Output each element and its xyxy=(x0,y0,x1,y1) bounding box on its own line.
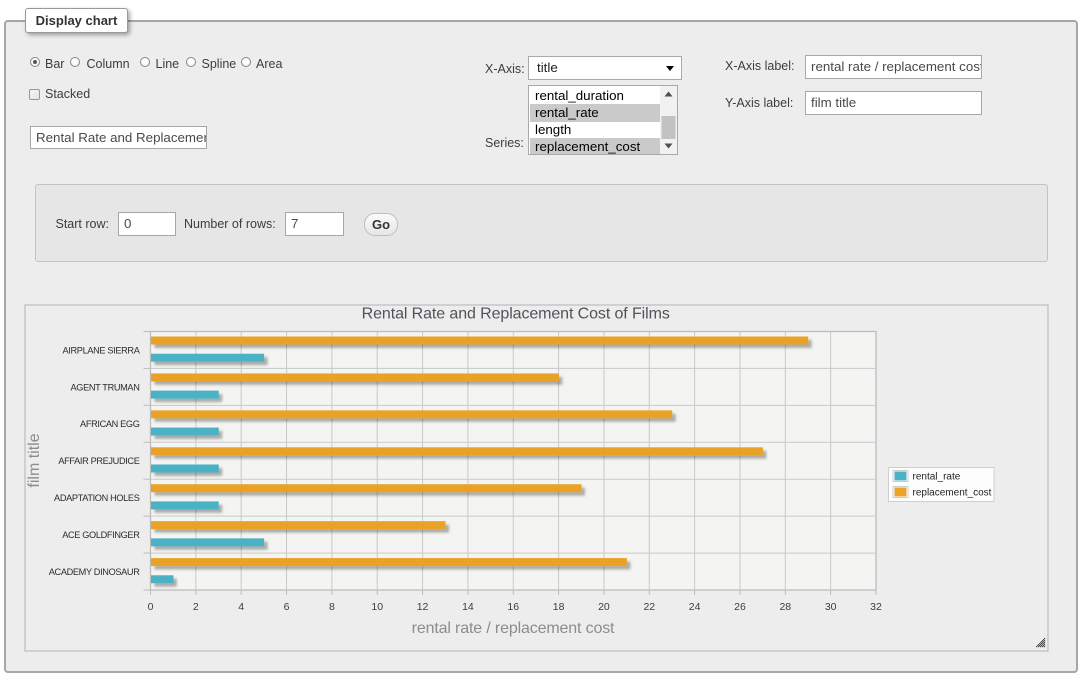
svg-text:32: 32 xyxy=(870,601,882,613)
svg-text:ACADEMY DINOSAUR: ACADEMY DINOSAUR xyxy=(49,567,140,577)
svg-text:4: 4 xyxy=(238,601,244,613)
svg-text:AFRICAN EGG: AFRICAN EGG xyxy=(80,419,140,429)
svg-text:20: 20 xyxy=(598,601,610,613)
svg-text:10: 10 xyxy=(371,601,383,613)
svg-text:ACE GOLDFINGER: ACE GOLDFINGER xyxy=(62,530,140,540)
svg-text:rental_rate: rental_rate xyxy=(913,472,961,483)
svg-text:AIRPLANE SIERRA: AIRPLANE SIERRA xyxy=(63,345,141,355)
svg-text:30: 30 xyxy=(825,601,837,613)
svg-text:16: 16 xyxy=(507,601,519,613)
svg-text:18: 18 xyxy=(553,601,565,613)
svg-text:2: 2 xyxy=(193,601,199,613)
svg-text:replacement_cost: replacement_cost xyxy=(913,488,992,499)
svg-text:12: 12 xyxy=(417,601,429,613)
svg-text:rental rate / replacement cost: rental rate / replacement cost xyxy=(412,620,615,637)
svg-text:0: 0 xyxy=(148,601,154,613)
svg-text:28: 28 xyxy=(779,601,791,613)
svg-text:AFFAIR PREJUDICE: AFFAIR PREJUDICE xyxy=(58,456,139,466)
svg-text:Rental Rate and Replacement Co: Rental Rate and Replacement Cost of Film… xyxy=(362,306,670,323)
svg-text:24: 24 xyxy=(689,601,701,613)
svg-text:8: 8 xyxy=(329,601,335,613)
svg-text:22: 22 xyxy=(643,601,655,613)
svg-text:film title: film title xyxy=(26,433,43,487)
svg-text:ADAPTATION HOLES: ADAPTATION HOLES xyxy=(54,493,140,503)
svg-text:6: 6 xyxy=(284,601,290,613)
svg-text:AGENT TRUMAN: AGENT TRUMAN xyxy=(71,382,140,392)
svg-text:14: 14 xyxy=(462,601,474,613)
svg-text:26: 26 xyxy=(734,601,746,613)
